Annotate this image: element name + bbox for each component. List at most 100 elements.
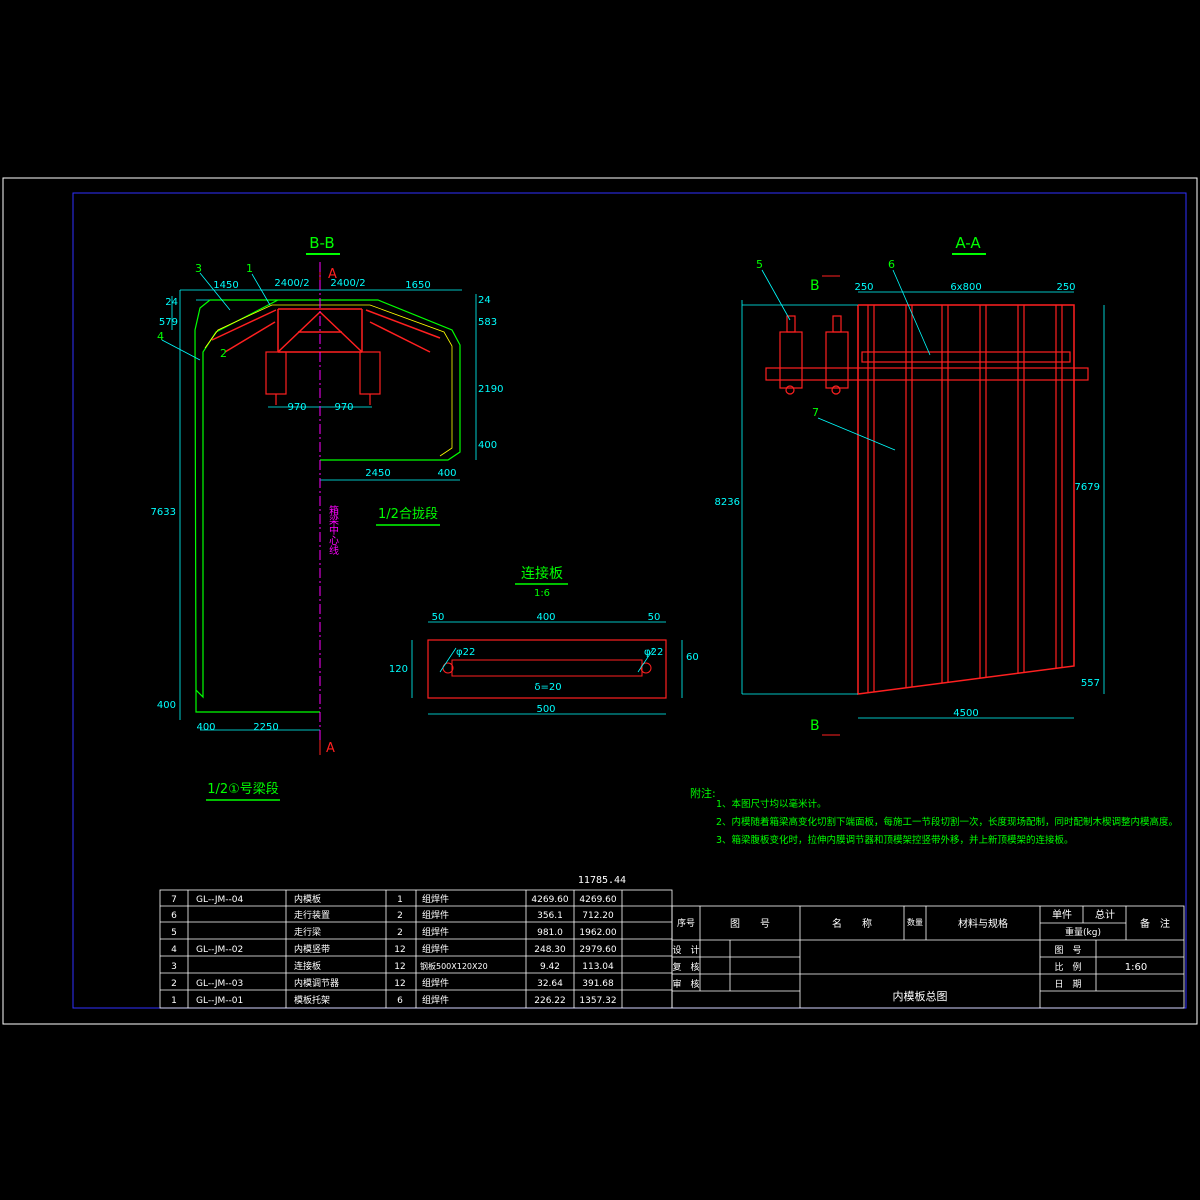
note-1: 1、本图尺寸均以毫米计。 bbox=[716, 798, 827, 810]
plate-title: 连接板 bbox=[521, 565, 563, 582]
half-label-segment1: 1/2①号梁段 bbox=[207, 782, 279, 797]
bom-sum: 4269.60 bbox=[579, 895, 616, 905]
dim-400-b: 400 bbox=[196, 722, 215, 733]
bom-unit: 356.1 bbox=[537, 911, 563, 921]
bb-centerline-label: 箱梁中心线 bbox=[327, 504, 339, 555]
hdr-remark: 备 注 bbox=[1140, 917, 1170, 930]
bom-qty: 12 bbox=[394, 962, 405, 972]
bom-no: 6 bbox=[171, 911, 177, 921]
tb-scale-value: 1:60 bbox=[1125, 962, 1147, 973]
plate-dim-50-r: 50 bbox=[648, 612, 661, 623]
bom-unit: 32.64 bbox=[537, 979, 563, 989]
bom-no: 3 bbox=[171, 962, 177, 972]
hdr-mat: 材料与规格 bbox=[958, 917, 1008, 930]
note-2: 2、内模随着箱梁高变化切割下端面板，每施工一节段切割一次，长度现场配制，同时配制… bbox=[716, 816, 1178, 828]
tb-drawing-no: 图 号 bbox=[1054, 945, 1081, 956]
bom-name: 内模竖带 bbox=[294, 943, 330, 955]
dim-2400-a: 2400/2 bbox=[274, 278, 309, 289]
bom-name: 走行梁 bbox=[294, 926, 321, 938]
tb-review: 复 核 bbox=[672, 961, 699, 973]
dim-970-b: 970 bbox=[334, 402, 353, 413]
bom-unit: 226.22 bbox=[534, 996, 566, 1006]
dim-1650: 1650 bbox=[405, 280, 430, 291]
dim-583: 583 bbox=[478, 317, 497, 328]
bom-no: 4 bbox=[171, 945, 177, 955]
bom-no: 7 bbox=[171, 895, 177, 905]
dim-970-a: 970 bbox=[287, 402, 306, 413]
aa-title: A-A bbox=[955, 234, 981, 252]
bom-code: GL--JM--03 bbox=[196, 979, 243, 989]
dim-2190: 2190 bbox=[478, 384, 503, 395]
plate-dim-120: 120 bbox=[389, 664, 408, 675]
bom-qty: 2 bbox=[397, 911, 403, 921]
aa-callout-7: 7 bbox=[812, 406, 819, 419]
bom-qty: 1 bbox=[397, 895, 403, 905]
tb-approve: 审 核 bbox=[672, 978, 699, 990]
bom-code: GL--JM--02 bbox=[196, 945, 243, 955]
dim-400-br: 400 bbox=[437, 468, 456, 479]
bom-total: 11785.44 bbox=[578, 875, 626, 886]
bom-no: 1 bbox=[171, 996, 177, 1006]
aa-dim-4500: 4500 bbox=[953, 708, 978, 719]
bb-callout-4: 4 bbox=[157, 330, 164, 343]
bom-qty: 6 bbox=[397, 996, 403, 1006]
note-3: 3、箱梁腹板变化时，拉伸内膜调节器和顶模架控竖带外移，并上新顶模架的连接板。 bbox=[716, 834, 1074, 846]
bom-mat: 钢板500X120X20 bbox=[420, 961, 488, 971]
bom-sum: 712.20 bbox=[582, 911, 614, 921]
tb-design: 设 计 bbox=[672, 944, 699, 956]
aa-dim-span: 6x800 bbox=[950, 282, 981, 293]
bom-unit: 9.42 bbox=[540, 962, 560, 972]
hdr-sum: 总计 bbox=[1095, 908, 1115, 921]
bom-unit: 981.0 bbox=[537, 928, 563, 938]
dim-2400-b: 2400/2 bbox=[330, 278, 365, 289]
plate-dim-500: 500 bbox=[536, 704, 555, 715]
bom-mat: 组焊件 bbox=[422, 893, 449, 905]
bom-unit: 248.30 bbox=[534, 945, 566, 955]
section-mark-a-bottom: A bbox=[326, 741, 335, 756]
bom-qty: 12 bbox=[394, 945, 405, 955]
table-row: 4 GL--JM--02 内模竖带 12 组焊件 248.30 2979.60 bbox=[171, 943, 617, 955]
cad-drawing: B-B A A 箱梁中心线 3 1 2 4 1450 2400/2 2400/2… bbox=[0, 0, 1200, 1200]
dim-579: 579 bbox=[159, 317, 178, 328]
dim-24-l: 24 bbox=[165, 297, 178, 308]
bom-sum: 2979.60 bbox=[579, 945, 616, 955]
hdr-no: 序号 bbox=[677, 917, 695, 929]
hdr-name: 名 称 bbox=[832, 917, 872, 930]
hdr-weight: 重量(kg) bbox=[1065, 926, 1101, 938]
dim-24-r: 24 bbox=[478, 295, 491, 306]
bom-code: GL--JM--01 bbox=[196, 996, 243, 1006]
bom-name: 内模调节器 bbox=[294, 977, 339, 989]
bom-sum: 391.68 bbox=[582, 979, 614, 989]
tb-drawing-title: 内模板总图 bbox=[893, 989, 948, 1003]
bom-mat: 组焊件 bbox=[422, 994, 449, 1006]
bom-unit: 4269.60 bbox=[531, 895, 568, 905]
hdr-code: 图 号 bbox=[730, 918, 770, 930]
bb-title: B-B bbox=[309, 234, 334, 252]
aa-dim-8236: 8236 bbox=[715, 497, 740, 508]
plate-thickness: δ=20 bbox=[534, 682, 561, 693]
plate-dim-60: 60 bbox=[686, 652, 699, 663]
dim-2450: 2450 bbox=[365, 468, 390, 479]
aa-dim-250-l: 250 bbox=[854, 282, 873, 293]
tb-scale-label: 比 例 bbox=[1054, 961, 1081, 973]
bom-mat: 组焊件 bbox=[422, 943, 449, 955]
bb-callout-2: 2 bbox=[220, 347, 227, 360]
bom-name: 走行装置 bbox=[294, 909, 330, 921]
bom-mat: 组焊件 bbox=[422, 977, 449, 989]
bom-sum: 113.04 bbox=[582, 962, 614, 972]
dim-2250: 2250 bbox=[253, 722, 278, 733]
bom-mat: 组焊件 bbox=[422, 926, 449, 938]
notes-heading: 附注: bbox=[690, 786, 716, 800]
section-mark-b-bottom: B bbox=[810, 718, 820, 734]
plate-dim-400: 400 bbox=[536, 612, 555, 623]
aa-dim-557: 557 bbox=[1081, 678, 1100, 689]
bom-qty: 12 bbox=[394, 979, 405, 989]
bom-mat: 组焊件 bbox=[422, 909, 449, 921]
dim-400-r: 400 bbox=[478, 440, 497, 451]
aa-callout-5: 5 bbox=[756, 258, 763, 271]
bb-callout-1: 1 bbox=[246, 262, 253, 275]
bom-no: 2 bbox=[171, 979, 177, 989]
tb-date: 日 期 bbox=[1054, 979, 1081, 990]
bom-code: GL--JM--04 bbox=[196, 895, 243, 905]
bom-name: 内模板 bbox=[294, 893, 321, 905]
